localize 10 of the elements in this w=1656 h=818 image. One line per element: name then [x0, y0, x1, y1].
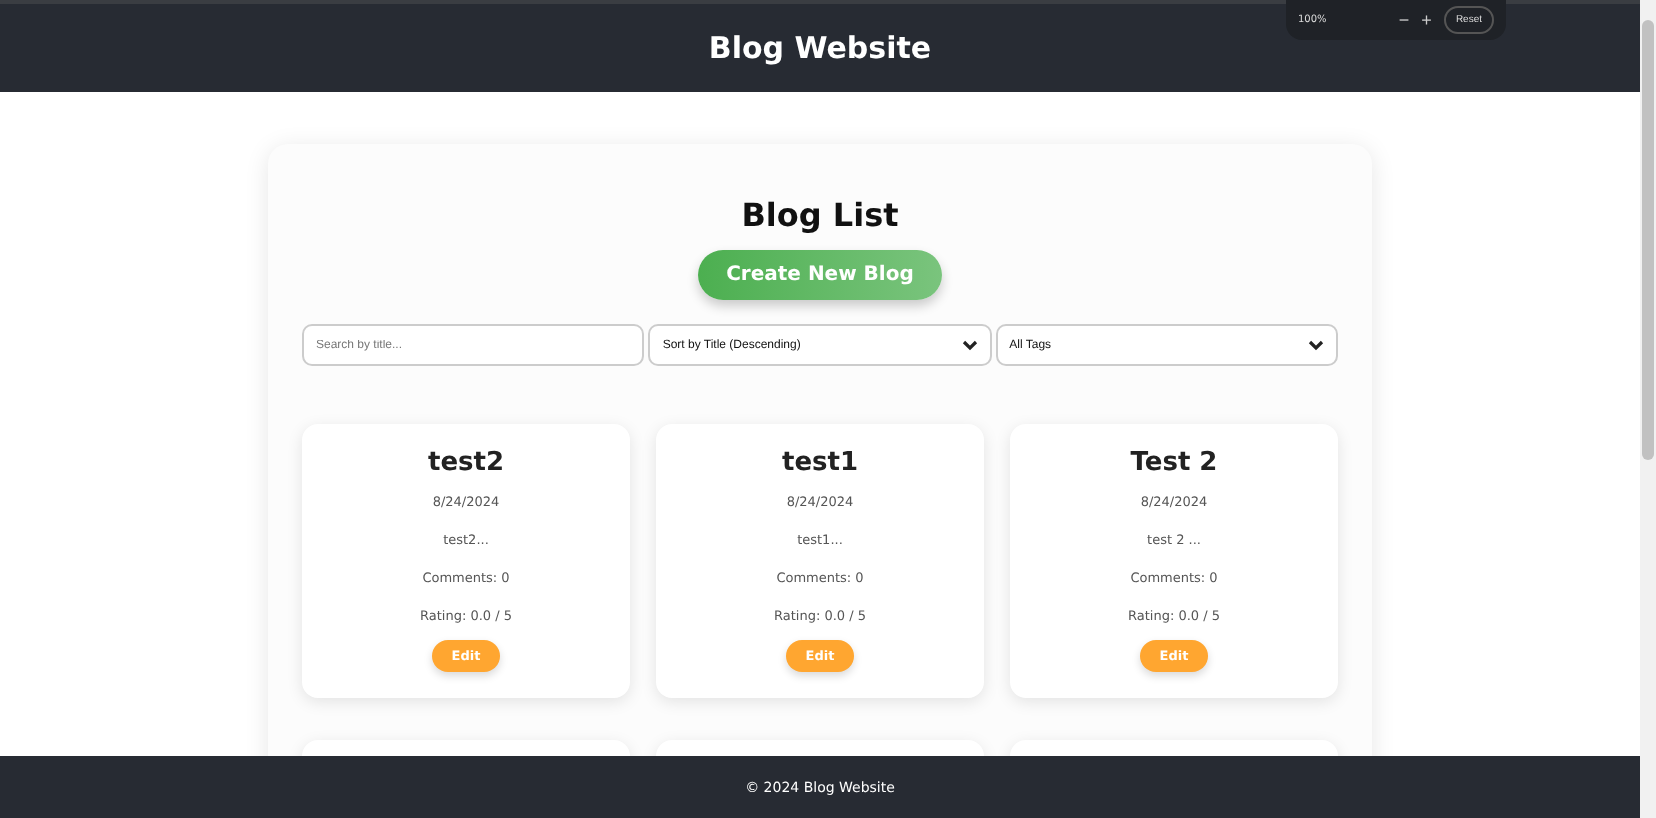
site-title: Blog Website — [708, 30, 932, 66]
chevron-icon — [1307, 339, 1324, 351]
blog-title: Test 2 — [1130, 448, 1218, 478]
scrollbar[interactable] — [1640, 0, 1656, 818]
chevron-icon — [961, 339, 978, 351]
page-title: Blog List — [739, 196, 901, 234]
zoom-in-button[interactable]: + — [1421, 10, 1432, 30]
zoom-out-button[interactable]: − — [1398, 10, 1410, 30]
blog-title: test1 — [781, 448, 859, 478]
blog-title: test2 — [427, 448, 505, 478]
